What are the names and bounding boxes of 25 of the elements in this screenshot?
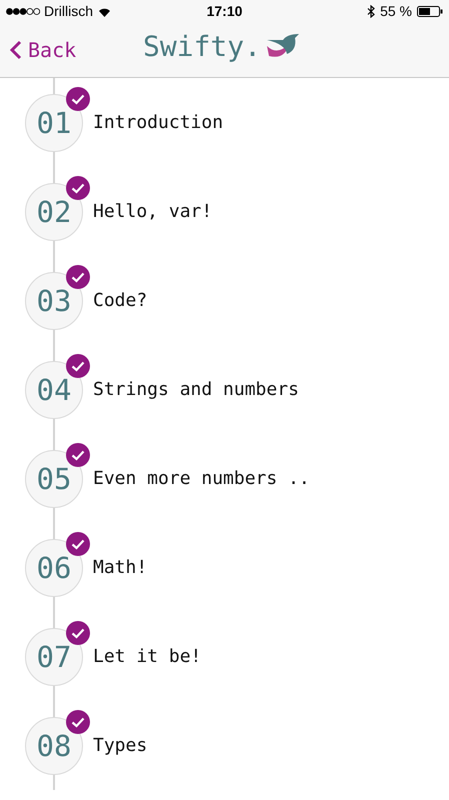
lesson-title[interactable]: Even more numbers .. [93,468,310,489]
carrier-name: Drillisch [44,3,93,19]
bluetooth-icon [367,4,376,18]
lesson-number: 02 [25,182,83,240]
lesson-title[interactable]: Let it be! [93,646,202,667]
lesson-number: 08 [25,716,83,774]
back-button[interactable]: Back [0,38,76,62]
lesson-number: 06 [25,538,83,596]
back-chevron-icon [10,40,22,60]
lesson-title[interactable]: Hello, var! [93,201,212,222]
lesson-number: 03 [25,272,83,330]
lesson-title[interactable]: Strings and numbers [93,379,299,400]
lesson-number: 05 [25,450,83,508]
clock-time: 17:10 [206,3,242,19]
app-title: Swifty. [143,30,262,63]
lesson-title[interactable]: Code? [93,290,148,311]
signal-icon [6,8,40,14]
battery-percentage: 55 % [380,3,412,19]
lesson-title[interactable]: Types [93,735,148,756]
lesson-title[interactable]: Introduction [93,112,224,133]
lesson-number: 01 [25,94,83,152]
lesson-title[interactable]: Math! [93,557,148,578]
battery-icon [417,6,443,16]
lesson-number: 07 [25,628,83,686]
lesson-number: 04 [25,360,83,418]
